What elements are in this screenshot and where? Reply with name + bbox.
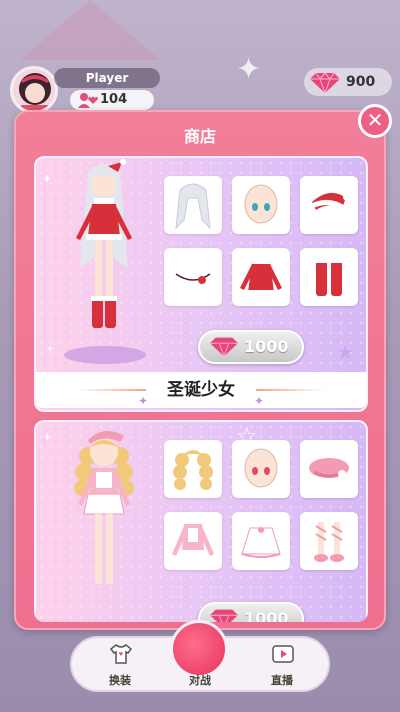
banner-decoration	[256, 389, 326, 391]
hat-item[interactable]	[300, 440, 358, 498]
outfit-card[interactable]: ✦ ✦ ☆ ★ 1000 ✦ 圣诞少女 ✦	[34, 156, 368, 412]
top-item[interactable]	[164, 512, 222, 570]
gem-count: 900	[346, 74, 376, 90]
player-score: 104	[70, 90, 154, 110]
outfit-name: 圣诞少女	[167, 380, 235, 400]
nav-live[interactable]: 直播	[252, 638, 312, 694]
gem-icon	[210, 337, 238, 357]
shoes-item[interactable]	[300, 512, 358, 570]
hair-item[interactable]	[164, 440, 222, 498]
gem-counter[interactable]: 900	[304, 68, 392, 96]
shop-list[interactable]: ✦ ✦ ☆ ★ 1000 ✦ 圣诞少女 ✦ ✦ ☆ 1000	[34, 156, 368, 622]
heart-person-icon	[78, 93, 98, 108]
shop-modal: 商店 ✦ ✦ ☆ ★ 1000 ✦ 圣诞少女 ✦ ✦ ☆ 1000	[14, 110, 386, 630]
beret-icon	[309, 458, 349, 478]
modal-title: 商店	[183, 127, 216, 146]
play-icon	[272, 645, 294, 663]
accessory-item[interactable]	[164, 248, 222, 306]
outfit-card[interactable]: ✦ ☆ ✦	[34, 420, 368, 622]
face-icon	[244, 184, 278, 224]
nav-label: 直播	[271, 674, 293, 687]
nav-battle[interactable]: 对战	[170, 638, 230, 694]
close-button[interactable]: ✕	[358, 104, 392, 138]
sparkle-icon: ✦	[236, 52, 262, 87]
avatar[interactable]	[10, 66, 58, 114]
diamond-icon: ✦	[253, 394, 264, 408]
hair-item[interactable]	[164, 176, 222, 234]
banner-decoration	[76, 389, 146, 391]
nav-label: 对战	[189, 674, 211, 687]
gem-icon	[310, 73, 340, 93]
dress-item[interactable]	[232, 248, 290, 306]
player-card[interactable]: Player 104	[8, 66, 160, 114]
face-item[interactable]	[232, 176, 290, 234]
nav-label: 换装	[109, 674, 131, 687]
price-value: 1000	[244, 337, 289, 356]
cardigan-icon	[172, 524, 214, 556]
hat-item[interactable]	[300, 176, 358, 234]
buy-button[interactable]: 1000	[198, 330, 304, 364]
price-value: 1000	[244, 609, 289, 622]
star-icon: ★	[336, 340, 354, 364]
skirt-item[interactable]	[232, 512, 290, 570]
boots-icon	[315, 258, 343, 296]
choker-icon	[175, 273, 211, 284]
buy-button[interactable]: 1000	[198, 602, 304, 622]
gem-icon	[210, 609, 238, 622]
nav-dressup[interactable]: 换装	[90, 638, 150, 694]
boots-item[interactable]	[300, 248, 358, 306]
santa-hat-icon	[310, 192, 351, 211]
face-icon	[244, 448, 278, 488]
outfit-name-banner: ✦ 圣诞少女 ✦	[36, 372, 366, 408]
character-figure	[74, 430, 134, 584]
outfit-items	[164, 440, 364, 570]
star-icon: ✦	[42, 430, 53, 444]
face-item[interactable]	[232, 440, 290, 498]
outfit-items	[164, 176, 364, 306]
shirt-icon	[110, 644, 132, 664]
player-name: Player	[54, 68, 160, 88]
diamond-icon: ✦	[138, 394, 149, 408]
background-decoration	[20, 0, 160, 60]
player-score-value: 104	[100, 92, 128, 107]
bottom-nav: 换装 对战 直播	[70, 620, 330, 694]
hair-icon	[175, 183, 211, 230]
hair-icon	[173, 450, 213, 490]
star-icon: ✦	[42, 172, 53, 186]
dress-icon	[240, 260, 282, 295]
skirt-icon	[241, 527, 281, 558]
shoes-icon	[314, 522, 344, 562]
character-figure	[76, 159, 132, 328]
